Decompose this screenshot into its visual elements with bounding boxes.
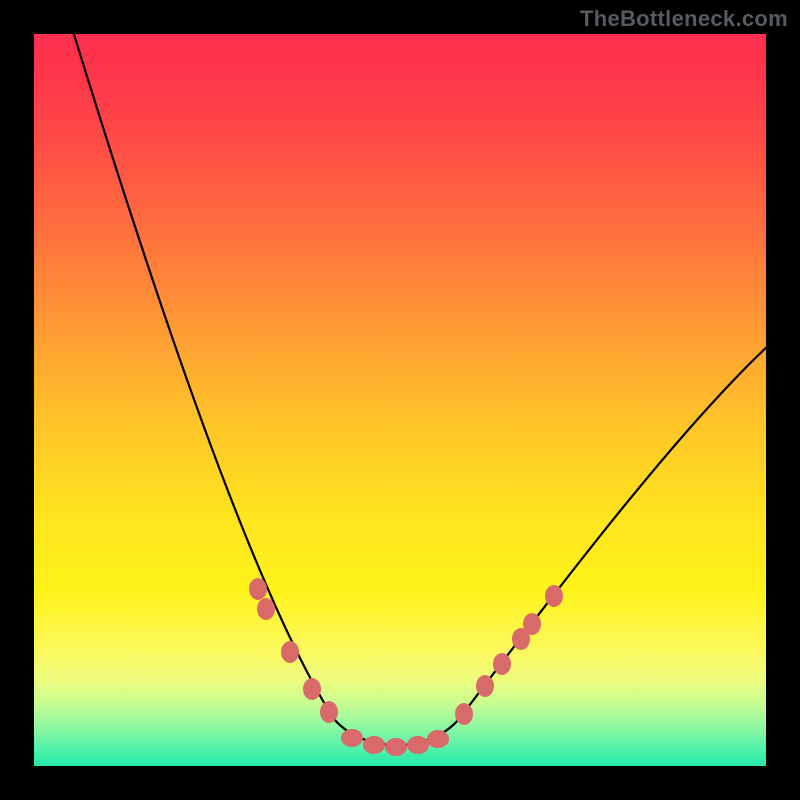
- data-marker: [281, 641, 299, 663]
- bottleneck-curve: [72, 34, 766, 745]
- data-marker: [249, 578, 267, 600]
- data-marker: [455, 703, 473, 725]
- data-marker: [493, 653, 511, 675]
- data-marker: [476, 675, 494, 697]
- bottleneck-curve-svg: [34, 34, 766, 766]
- data-marker: [363, 736, 385, 754]
- marker-group: [249, 578, 563, 756]
- chart-frame: TheBottleneck.com: [0, 0, 800, 800]
- data-marker: [320, 701, 338, 723]
- data-marker: [257, 598, 275, 620]
- plot-area: [34, 34, 766, 766]
- data-marker: [407, 736, 429, 754]
- data-marker: [523, 613, 541, 635]
- data-marker: [427, 730, 449, 748]
- watermark-text: TheBottleneck.com: [580, 6, 788, 32]
- data-marker: [545, 585, 563, 607]
- data-marker: [303, 678, 321, 700]
- data-marker: [341, 729, 363, 747]
- data-marker: [385, 738, 407, 756]
